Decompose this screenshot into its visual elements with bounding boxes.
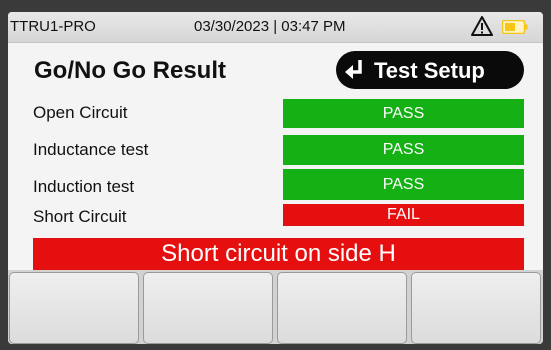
date-time: 03/30/2023 | 03:47 PM [194,18,346,35]
result-badge-induction: PASS [283,169,524,200]
status-bar: TTRU1-PRO 03/30/2023 | 03:47 PM [8,12,543,43]
warning-icon [471,16,493,36]
softkey-3[interactable] [277,272,407,344]
device-name: TTRU1-PRO [10,18,96,35]
return-arrow-icon [345,60,362,79]
battery-icon [502,20,528,34]
test-setup-button[interactable]: Test Setup [336,51,524,89]
softkey-1[interactable] [9,272,139,344]
result-label-induction: Induction test [33,177,135,196]
result-badge-short-circuit: FAIL [283,204,524,226]
result-label-short-circuit: Short Circuit [33,207,127,226]
result-label-inductance: Inductance test [33,140,149,159]
softkey-2[interactable] [143,272,273,344]
result-badge-inductance: PASS [283,135,524,165]
device-screen: TTRU1-PRO 03/30/2023 | 03:47 PM Go/No Go… [8,12,543,344]
result-label-open-circuit: Open Circuit [33,103,128,122]
page-title: Go/No Go Result [34,57,226,84]
error-message-banner: Short circuit on side H [33,238,524,270]
result-badge-open-circuit: PASS [283,99,524,128]
softkey-bar [8,270,543,344]
softkey-4[interactable] [411,272,541,344]
test-setup-label: Test Setup [374,58,485,83]
device-frame: TTRU1-PRO 03/30/2023 | 03:47 PM Go/No Go… [0,0,551,350]
